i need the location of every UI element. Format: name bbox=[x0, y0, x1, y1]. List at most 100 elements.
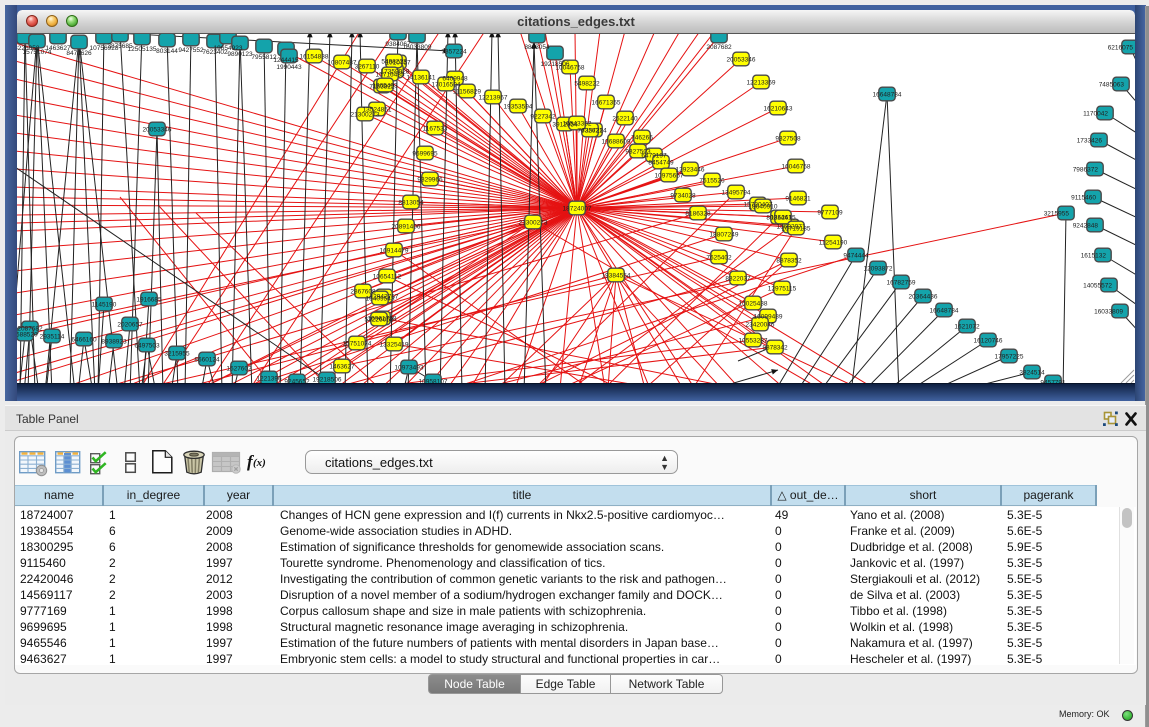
svg-text:12213967: 12213967 bbox=[479, 94, 508, 101]
svg-text:10958107: 10958107 bbox=[419, 378, 448, 383]
svg-text:10719185: 10719185 bbox=[782, 225, 811, 232]
svg-text:8186328: 8186328 bbox=[685, 210, 711, 217]
svg-text:9427552: 9427552 bbox=[178, 47, 204, 54]
svg-text:18640910: 18640910 bbox=[749, 203, 778, 210]
svg-text:16033809: 16033809 bbox=[1094, 308, 1123, 315]
svg-text:2522140: 2522140 bbox=[612, 115, 638, 122]
svg-text:8938923: 8938923 bbox=[101, 338, 127, 345]
svg-text:3824514: 3824514 bbox=[1019, 369, 1045, 376]
svg-text:8322037: 8322037 bbox=[725, 275, 751, 282]
svg-text:9115460: 9115460 bbox=[1071, 194, 1096, 201]
svg-text:16154838: 16154838 bbox=[300, 53, 329, 60]
svg-text:10553287: 10553287 bbox=[739, 337, 768, 344]
svg-text:2867608: 2867608 bbox=[350, 288, 376, 295]
svg-text:2087682: 2087682 bbox=[706, 44, 732, 51]
svg-text:2020657: 2020657 bbox=[117, 321, 143, 328]
svg-text:21300273: 21300273 bbox=[351, 111, 380, 118]
svg-text:8660124: 8660124 bbox=[194, 356, 220, 363]
svg-text:10807487: 10807487 bbox=[328, 59, 357, 66]
svg-text:16648784: 16648784 bbox=[873, 91, 902, 98]
svg-text:16782759: 16782759 bbox=[887, 279, 916, 286]
svg-text:(x): (x) bbox=[253, 457, 266, 469]
svg-text:10025438: 10025438 bbox=[739, 300, 768, 307]
svg-text:7632621: 7632621 bbox=[577, 127, 603, 134]
svg-text:12975115: 12975115 bbox=[768, 285, 797, 292]
svg-text:8471626: 8471626 bbox=[66, 50, 92, 57]
svg-text:18724007: 18724007 bbox=[563, 205, 592, 212]
svg-text:9245652: 9245652 bbox=[284, 378, 310, 383]
svg-text:17957225: 17957225 bbox=[995, 353, 1024, 360]
svg-text:20364436: 20364436 bbox=[909, 293, 938, 300]
svg-text:12093872: 12093872 bbox=[864, 265, 893, 272]
svg-text:15716485: 15716485 bbox=[376, 71, 405, 78]
svg-text:6497503: 6497503 bbox=[134, 342, 160, 349]
svg-text:13325419: 13325419 bbox=[380, 341, 409, 348]
svg-text:11156829: 11156829 bbox=[453, 88, 481, 95]
svg-text:16648784: 16648784 bbox=[930, 307, 959, 314]
svg-text:10688609: 10688609 bbox=[602, 138, 631, 145]
svg-text:16914479: 16914479 bbox=[380, 247, 409, 254]
svg-text:16210643: 16210643 bbox=[764, 105, 793, 112]
svg-text:1170042: 1170042 bbox=[1083, 110, 1108, 117]
svg-text:7515526: 7515526 bbox=[699, 177, 725, 184]
svg-text:14055572: 14055572 bbox=[1083, 282, 1112, 289]
svg-text:1167533: 1167533 bbox=[423, 125, 448, 132]
svg-text:9777109: 9777109 bbox=[817, 209, 843, 216]
svg-text:7357224: 7357224 bbox=[441, 48, 467, 55]
svg-text:10975667: 10975667 bbox=[655, 172, 684, 179]
svg-text:9242848: 9242848 bbox=[1073, 222, 1099, 229]
svg-text:9329966: 9329966 bbox=[417, 176, 443, 183]
svg-text:12505135: 12505135 bbox=[128, 46, 157, 53]
svg-text:5498222: 5498222 bbox=[381, 58, 407, 65]
svg-text:16099489: 16099489 bbox=[754, 313, 783, 320]
svg-text:9699695: 9699695 bbox=[412, 150, 438, 157]
svg-text:16046758: 16046758 bbox=[782, 163, 811, 170]
svg-text:8813054: 8813054 bbox=[398, 199, 424, 206]
svg-text:1221396: 1221396 bbox=[256, 375, 282, 382]
svg-text:1965493: 1965493 bbox=[372, 82, 398, 89]
svg-text:21300273: 21300273 bbox=[519, 219, 548, 226]
svg-text:803144: 803144 bbox=[156, 48, 178, 55]
svg-text:8878352: 8878352 bbox=[776, 257, 802, 264]
svg-text:12923446: 12923446 bbox=[676, 166, 705, 173]
svg-text:1362615: 1362615 bbox=[770, 214, 796, 221]
svg-text:1527602: 1527602 bbox=[226, 365, 252, 372]
svg-text:1244415: 1244415 bbox=[273, 57, 299, 64]
svg-text:6466160: 6466160 bbox=[71, 336, 97, 343]
svg-text:12213369: 12213369 bbox=[747, 79, 776, 86]
svg-text:6216075: 6216075 bbox=[1108, 44, 1134, 51]
svg-text:10046758: 10046758 bbox=[556, 64, 585, 71]
svg-text:5498222: 5498222 bbox=[574, 80, 600, 87]
svg-text:9327508: 9327508 bbox=[775, 135, 801, 142]
svg-text:8454749: 8454749 bbox=[648, 159, 674, 166]
svg-text:9474444: 9474444 bbox=[843, 252, 869, 259]
svg-text:9146821: 9146821 bbox=[785, 195, 811, 202]
svg-text:3267110: 3267110 bbox=[355, 63, 380, 70]
svg-text:1621072: 1621072 bbox=[954, 323, 980, 330]
svg-text:10543362: 10543362 bbox=[563, 120, 592, 127]
svg-text:9734028: 9734028 bbox=[670, 192, 696, 199]
svg-text:20891406: 20891406 bbox=[392, 223, 421, 230]
svg-text:20053346: 20053346 bbox=[143, 126, 172, 133]
svg-text:16409543: 16409543 bbox=[366, 295, 395, 302]
svg-text:7986372: 7986372 bbox=[1073, 166, 1099, 173]
svg-text:1145190: 1145190 bbox=[92, 301, 117, 308]
svg-text:2588520: 2588520 bbox=[17, 331, 38, 338]
svg-text:23420046: 23420046 bbox=[746, 321, 775, 328]
svg-text:10654112: 10654112 bbox=[373, 273, 402, 280]
svg-text:3215955: 3215955 bbox=[1044, 210, 1070, 217]
svg-text:18807249: 18807249 bbox=[710, 231, 739, 238]
svg-text:15751074: 15751074 bbox=[343, 340, 372, 347]
svg-text:7625402: 7625402 bbox=[706, 254, 732, 261]
svg-text:10973493: 10973493 bbox=[395, 364, 424, 371]
svg-text:6479197: 6479197 bbox=[641, 152, 667, 159]
svg-text:17016504: 17016504 bbox=[432, 81, 461, 88]
svg-text:9457791: 9457791 bbox=[1040, 379, 1066, 383]
svg-text:1916685: 1916685 bbox=[136, 296, 162, 303]
svg-text:19384554: 19384554 bbox=[602, 272, 631, 279]
svg-text:13495794: 13495794 bbox=[722, 189, 751, 196]
svg-text:16120746: 16120746 bbox=[974, 337, 1003, 344]
svg-text:16671355: 16671355 bbox=[592, 99, 621, 106]
svg-text:11254190: 11254190 bbox=[819, 239, 848, 246]
svg-text:1990443: 1990443 bbox=[276, 64, 302, 71]
